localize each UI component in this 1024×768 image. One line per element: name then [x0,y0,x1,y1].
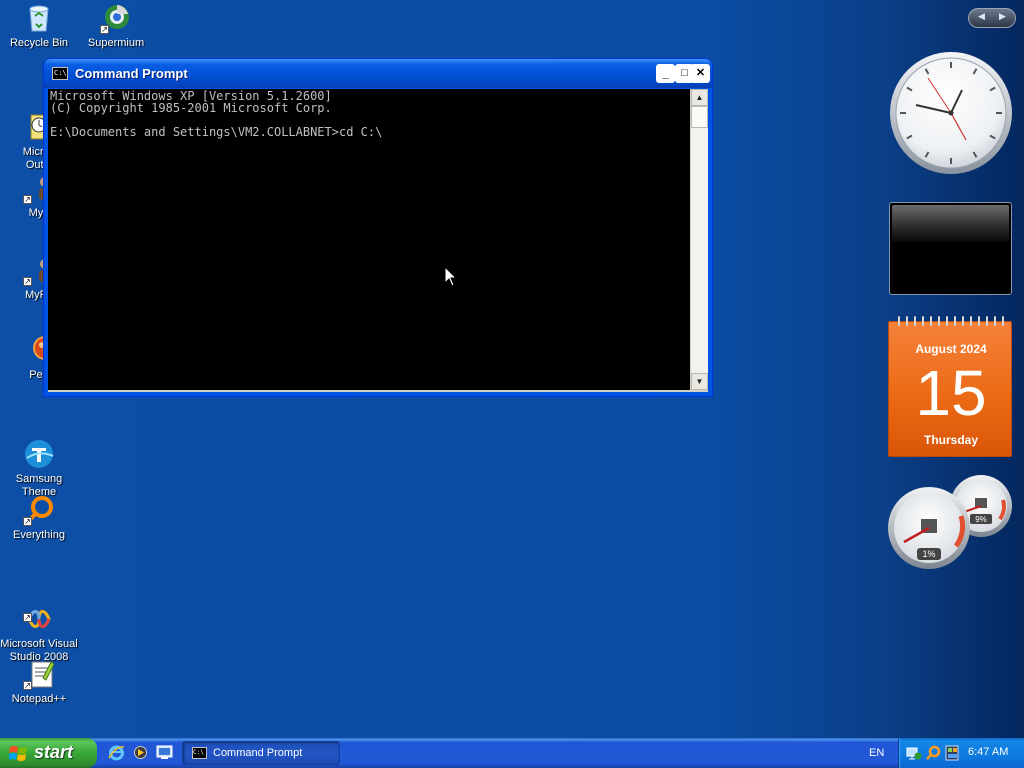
search-icon[interactable] [925,745,941,761]
language-indicator[interactable]: EN [869,747,884,759]
memory-usage-label: 9% [975,515,987,524]
calendar-weekday: Thursday [923,433,978,447]
scroll-up-button[interactable]: ▲ [691,89,708,106]
sidebar-navigation: ◀ ▶ [968,8,1016,28]
internet-explorer-icon[interactable] [108,744,125,761]
system-clock[interactable]: 6:47 AM [968,746,1008,758]
shortcut-arrow-icon: ↗ [23,613,32,622]
cpu-meter-gadget[interactable]: 9% 1% [886,474,1016,573]
minimize-button[interactable]: _ [656,64,675,83]
mouse-pointer-icon [444,265,458,291]
shortcut-arrow-icon: ↗ [100,25,109,34]
command-prompt-icon: C:\ [192,747,207,759]
desktop-icon-label: Notepad++ [11,693,67,705]
desktop-icon-supermium[interactable]: ↗ Supermium [77,2,155,50]
desktop-icon-notepad-plus-plus[interactable]: ↗ Notepad++ [0,658,78,706]
desktop-icon-recycle-bin[interactable]: Recycle Bin [0,2,78,50]
calendar-binding-rings [893,316,1009,328]
everything-search-icon: ↗ [23,494,55,526]
network-icon[interactable] [906,745,922,761]
taskbar-button-label: Command Prompt [213,747,303,759]
command-prompt-window[interactable]: C:\ Command Prompt _ □ ✕ Microsoft Windo… [44,59,712,396]
console-output[interactable]: Microsoft Windows XP [Version 5.1.2600](… [48,89,690,390]
slideshow-glare [892,205,1009,242]
calendar-month-year: August 2024 [915,342,987,356]
vertical-scrollbar[interactable]: ▲ ▼ [691,89,708,390]
samsung-theme-icon [23,425,55,468]
taskbar-button-command-prompt[interactable]: C:\ Command Prompt [182,741,340,765]
recycle-bin-icon [23,2,55,34]
taskbar: start C:\ Command Prompt EN 6:47 AM [0,738,1024,768]
sidebar-next-button[interactable]: ▶ [999,11,1006,22]
scroll-down-button[interactable]: ▼ [691,373,708,390]
start-label: start [34,742,74,762]
scroll-thumb[interactable] [691,106,708,128]
sidebar-gadgets-icon[interactable] [944,745,960,761]
system-tray: 6:47 AM [898,738,1024,768]
window-client-area: Microsoft Windows XP [Version 5.1.2600](… [48,89,708,392]
windows-flag-icon [9,746,27,761]
slideshow-gadget[interactable] [889,202,1012,295]
window-title: Command Prompt [75,66,188,81]
shortcut-arrow-icon: ↗ [23,681,32,690]
start-button[interactable]: start [0,738,97,768]
clock-gadget[interactable] [888,50,1014,181]
window-titlebar[interactable]: C:\ Command Prompt _ □ ✕ [44,59,712,88]
desktop-icon-label: Recycle Bin [9,37,69,49]
console-prompt-line: E:\Documents and Settings\VM2.COLLABNET>… [50,125,383,139]
command-prompt-icon[interactable]: C:\ [52,67,68,80]
shortcut-arrow-icon: ↗ [23,517,32,526]
desktop: Recycle Bin ↗ Supermium Micros Outlo ↗ M… [0,0,1024,738]
cpu-gauge: 1% [888,487,970,569]
desktop-icon-label: Supermium [87,37,145,49]
show-desktop-icon[interactable] [156,744,173,761]
cpu-usage-label: 1% [922,549,935,559]
desktop-icon-everything[interactable]: ↗ Everything [0,494,78,542]
desktop-icon-label: Everything [13,529,65,541]
notepad-plus-plus-icon: ↗ [23,658,55,690]
calendar-gadget[interactable]: August 2024 15 Thursday [888,316,1012,457]
calendar-day-number: 15 [915,357,987,429]
close-button[interactable]: ✕ [691,64,710,83]
supermium-browser-icon: ↗ [100,2,132,34]
media-player-icon[interactable] [132,744,149,761]
visual-studio-icon: ↗ [23,590,55,628]
shortcut-arrow-icon: ↗ [23,195,32,204]
shortcut-arrow-icon: ↗ [23,277,32,286]
console-line: (C) Copyright 1985-2001 Microsoft Corp. [50,101,332,115]
sidebar-prev-button[interactable]: ◀ [978,11,985,22]
